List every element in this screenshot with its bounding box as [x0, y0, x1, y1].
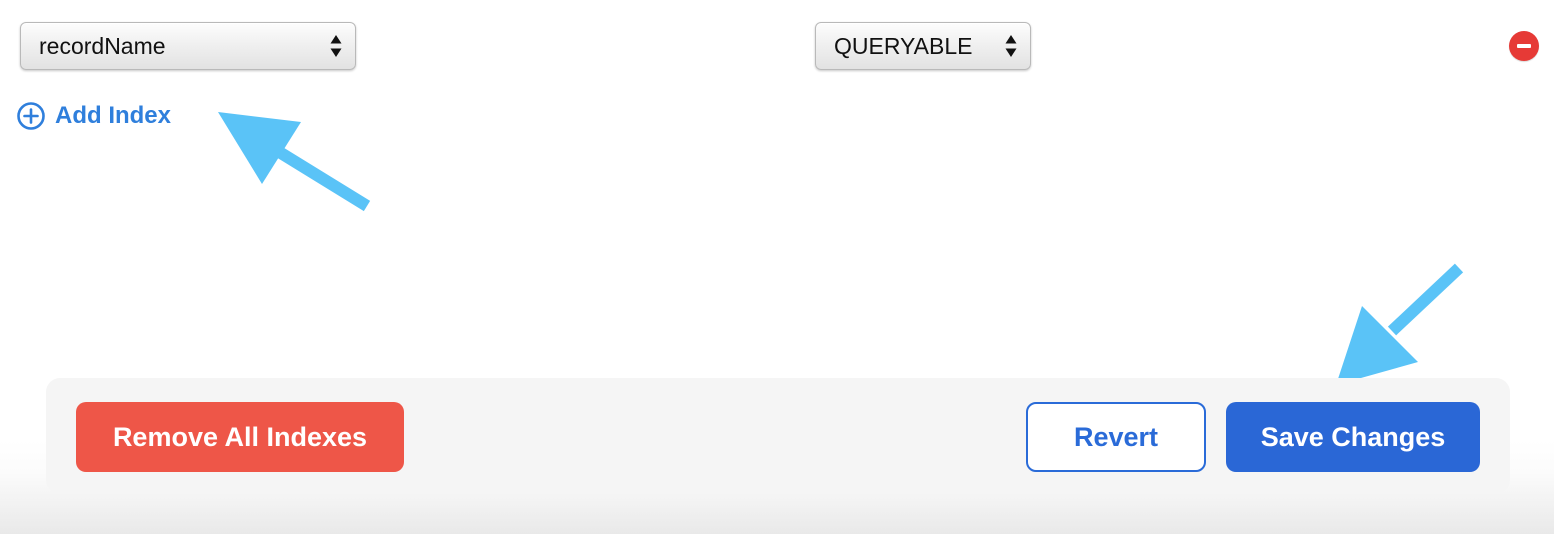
annotation-arrow-add-index: [218, 112, 371, 212]
revert-button[interactable]: Revert: [1026, 402, 1206, 472]
remove-all-indexes-button[interactable]: Remove All Indexes: [76, 402, 404, 472]
footer-action-bar: Remove All Indexes Revert Save Changes: [46, 378, 1510, 494]
minus-circle-icon: [1517, 44, 1531, 48]
plus-circle-icon: [17, 102, 45, 130]
index-field-value: recordName: [39, 32, 166, 59]
index-type-value: QUERYABLE: [834, 32, 973, 59]
select-updown-arrows-icon: [330, 35, 342, 57]
index-field-select[interactable]: recordName: [20, 22, 356, 70]
add-index-label: Add Index: [55, 102, 172, 129]
index-type-select[interactable]: QUERYABLE: [815, 22, 1031, 70]
select-updown-arrows-icon: [1005, 35, 1017, 57]
annotation-arrow-save-changes: [1336, 263, 1464, 385]
remove-index-button[interactable]: [1509, 31, 1539, 61]
add-index-button[interactable]: Add Index: [16, 101, 171, 131]
save-changes-button[interactable]: Save Changes: [1226, 402, 1480, 472]
